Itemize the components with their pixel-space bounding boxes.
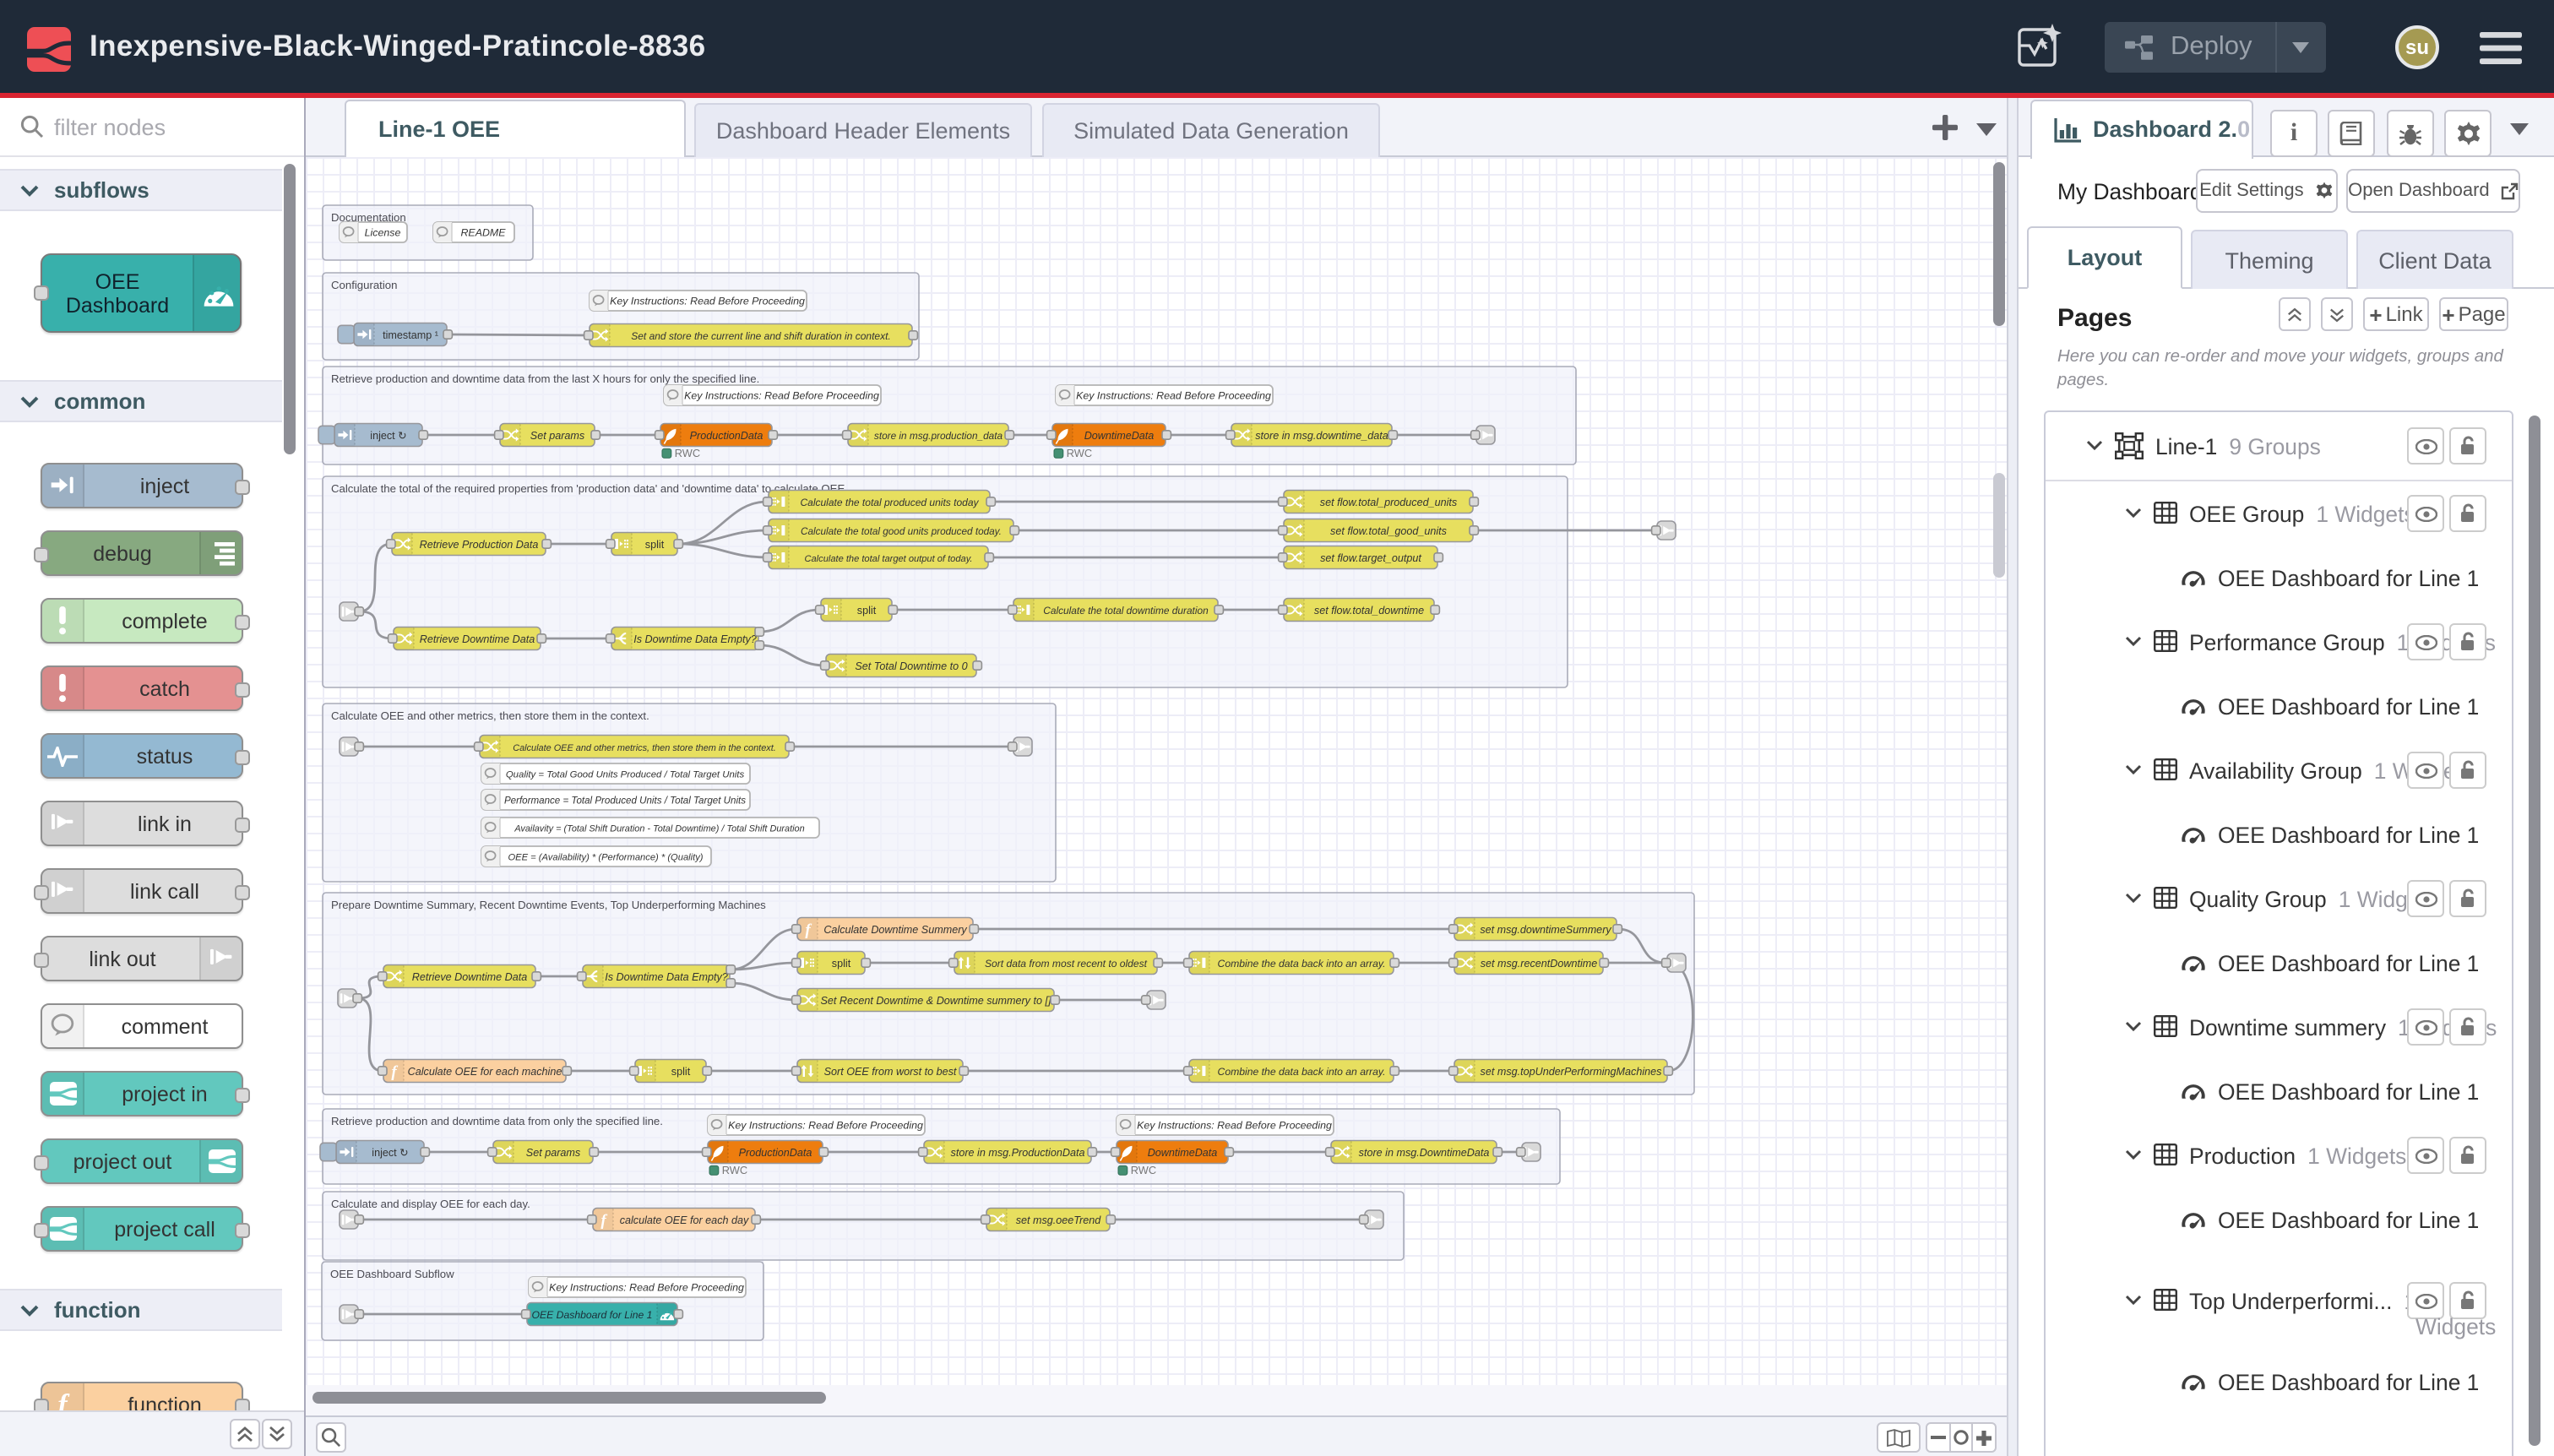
svg-text:RWC: RWC [722, 1164, 747, 1176]
svg-text:Key Instructions: Read Before: Key Instructions: Read Before Proceeding [728, 1120, 923, 1132]
svg-text:calculate OEE for each day: calculate OEE for each day [620, 1214, 749, 1226]
svg-text:Set and store the current line: Set and store the current line and shift… [631, 330, 891, 342]
svg-text:Calculate and display OEE for: Calculate and display OEE for each day. [331, 1198, 530, 1210]
svg-text:Set Recent Downtime & Downtime: Set Recent Downtime & Downtime summery t… [821, 995, 1051, 1007]
svg-text:Set params: Set params [526, 1147, 581, 1159]
svg-text:set msg.recentDowntime: set msg.recentDowntime [1481, 958, 1598, 970]
svg-text:Retrieve production and downti: Retrieve production and downtime data fr… [331, 1115, 663, 1127]
svg-text:Calculate OEE for each machine: Calculate OEE for each machine [408, 1066, 562, 1078]
svg-text:Sort data from most recent to: Sort data from most recent to oldest [985, 958, 1148, 970]
svg-text:ProductionData: ProductionData [690, 430, 763, 442]
svg-text:store in msg.ProductionData: store in msg.ProductionData [951, 1147, 1085, 1159]
svg-text:Combine the data back into an: Combine the data back into an array. [1218, 958, 1386, 970]
svg-text:store in msg.downtime_data: store in msg.downtime_data [1255, 430, 1388, 442]
svg-text:Calculate the total good units: Calculate the total good units produced … [801, 526, 1002, 537]
svg-text:Key Instructions: Read Before: Key Instructions: Read Before Proceeding [684, 390, 879, 402]
svg-text:Is Downtime Data Empty?: Is Downtime Data Empty? [605, 971, 728, 983]
svg-text:ProductionData: ProductionData [739, 1147, 812, 1159]
svg-text:Prepare Downtime Summary, Rece: Prepare Downtime Summary, Recent Downtim… [331, 899, 766, 911]
svg-text:timestamp ¹: timestamp ¹ [383, 329, 438, 341]
svg-text:Calculate Downtime Summery: Calculate Downtime Summery [823, 924, 967, 936]
svg-text:OEE = (Availability) * (Perfor: OEE = (Availability) * (Performance) * (… [508, 853, 703, 863]
svg-text:Is Downtime Data Empty?: Is Downtime Data Empty? [633, 633, 757, 645]
svg-text:Availavity = (Total Shift Dura: Availavity = (Total Shift Duration - Tot… [514, 824, 804, 834]
svg-text:Retrieve Downtime Data: Retrieve Downtime Data [412, 971, 527, 983]
svg-text:Key Instructions: Read Before: Key Instructions: Read Before Proceeding [1137, 1120, 1332, 1132]
svg-text:Calculate the total of the req: Calculate the total of the required prop… [331, 482, 845, 495]
svg-text:DowntimeData: DowntimeData [1084, 430, 1155, 442]
svg-text:Configuration: Configuration [331, 279, 397, 291]
svg-text:store in msg.DowntimeData: store in msg.DowntimeData [1359, 1147, 1490, 1159]
svg-text:RWC: RWC [1067, 447, 1092, 459]
svg-text:set flow.total_downtime: set flow.total_downtime [1314, 605, 1424, 617]
svg-text:Calculate the total downtime d: Calculate the total downtime duration [1043, 605, 1209, 617]
svg-text:Calculate OEE and other metric: Calculate OEE and other metrics, then st… [331, 709, 649, 722]
svg-text:Calculate the total target out: Calculate the total target output of tod… [805, 554, 973, 564]
svg-text:Calculate the total produced u: Calculate the total produced units today [800, 497, 979, 508]
svg-text:Combine the data back into an: Combine the data back into an array. [1218, 1066, 1386, 1078]
svg-text:Key Instructions: Read Before: Key Instructions: Read Before Proceeding [549, 1282, 744, 1294]
svg-text:Performance = Total Produced U: Performance = Total Produced Units / Tot… [504, 796, 746, 807]
svg-text:set msg.oeeTrend: set msg.oeeTrend [1016, 1214, 1102, 1226]
svg-text:README: README [460, 227, 506, 239]
svg-text:Key Instructions: Read Before: Key Instructions: Read Before Proceeding [1076, 390, 1271, 402]
svg-text:split: split [832, 958, 851, 970]
svg-text:Sort OEE from worst to best: Sort OEE from worst to best [824, 1066, 957, 1078]
svg-text:Key Instructions: Read Before: Key Instructions: Read Before Proceeding [610, 296, 805, 307]
svg-text:inject ↻: inject ↻ [370, 430, 406, 442]
svg-text:split: split [645, 539, 665, 551]
svg-text:RWC: RWC [675, 447, 700, 459]
svg-text:split: split [857, 605, 877, 617]
svg-text:set msg.topUnderPerformingMach: set msg.topUnderPerformingMachines [1481, 1066, 1663, 1078]
svg-text:Retrieve production and downti: Retrieve production and downtime data fr… [331, 372, 759, 385]
svg-text:set flow.total_good_units: set flow.total_good_units [1330, 525, 1448, 537]
svg-text:Retrieve Production Data: Retrieve Production Data [420, 539, 539, 551]
svg-text:RWC: RWC [1131, 1164, 1156, 1176]
svg-text:Retrieve Downtime Data: Retrieve Downtime Data [420, 633, 535, 645]
svg-text:inject ↻: inject ↻ [372, 1147, 408, 1159]
svg-text:Calculate OEE and other metric: Calculate OEE and other metrics, then st… [513, 743, 776, 753]
svg-text:set flow.total_produced_units: set flow.total_produced_units [1320, 497, 1458, 508]
svg-text:License: License [365, 227, 401, 239]
svg-text:Set params: Set params [530, 430, 585, 442]
svg-text:split: split [671, 1066, 691, 1078]
svg-text:Quality = Total Good Units Pro: Quality = Total Good Units Produced / To… [506, 770, 745, 780]
svg-text:set flow.target_output: set flow.target_output [1320, 552, 1421, 564]
svg-text:OEE Dashboard for Line 1: OEE Dashboard for Line 1 [532, 1309, 653, 1321]
svg-text:DowntimeData: DowntimeData [1148, 1147, 1218, 1159]
svg-text:set msg.downtimeSummery: set msg.downtimeSummery [1480, 924, 1611, 936]
svg-text:OEE Dashboard Subflow: OEE Dashboard Subflow [330, 1268, 454, 1280]
svg-text:Set Total Downtime to 0: Set Total Downtime to 0 [855, 660, 967, 672]
svg-text:store in msg.production_data: store in msg.production_data [874, 430, 1003, 442]
